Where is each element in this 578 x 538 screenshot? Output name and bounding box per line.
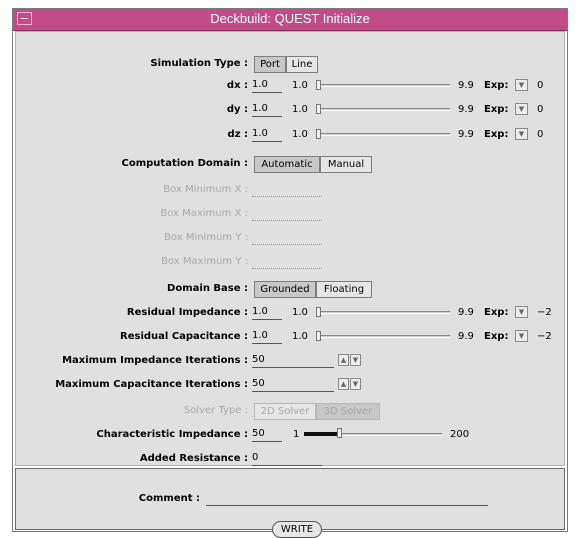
comment-footer: Comment : WRITE bbox=[15, 468, 565, 538]
title-bar[interactable]: Deckbuild: QUEST Initialize bbox=[13, 9, 567, 31]
box-max-y-field bbox=[252, 254, 322, 269]
window-title: Deckbuild: QUEST Initialize bbox=[210, 11, 370, 26]
residual-impedance-label: Residual Impedance : bbox=[126, 307, 248, 318]
max-capacitance-decrement-icon[interactable]: ▼ bbox=[350, 378, 361, 390]
port-option-button[interactable]: Port bbox=[254, 56, 286, 73]
residual-impedance-exp-label: Exp: bbox=[484, 307, 509, 318]
domain-base-label: Domain Base : bbox=[167, 283, 248, 294]
box-min-x-field bbox=[252, 182, 322, 197]
dx-exp-menu-icon[interactable]: ▼ bbox=[515, 79, 528, 91]
characteristic-impedance-slider-fill bbox=[304, 432, 338, 436]
dy-value-field[interactable]: 1.0 bbox=[252, 102, 282, 117]
residual-impedance-slider-track[interactable] bbox=[318, 311, 450, 314]
simulation-type-label: Simulation Type : bbox=[150, 58, 248, 69]
residual-capacitance-exp-label: Exp: bbox=[484, 331, 509, 342]
dz-exp-value: 0 bbox=[537, 129, 544, 140]
residual-capacitance-slider-thumb[interactable] bbox=[316, 331, 321, 341]
solver-type-label: Solver Type : bbox=[183, 405, 248, 416]
box-max-x-field bbox=[252, 206, 322, 221]
dz-slider-track[interactable] bbox=[318, 133, 450, 136]
dz-min: 1.0 bbox=[292, 129, 308, 140]
characteristic-impedance-min: 1 bbox=[293, 429, 300, 440]
2d-solver-option-button: 2D Solver bbox=[254, 403, 316, 420]
dz-exp-label: Exp: bbox=[484, 129, 509, 140]
residual-capacitance-exp-value: −2 bbox=[537, 331, 552, 342]
comment-field[interactable] bbox=[206, 491, 488, 506]
dy-exp-menu-icon[interactable]: ▼ bbox=[515, 103, 528, 115]
max-capacitance-iterations-label: Maximum Capacitance Iterations : bbox=[55, 379, 248, 390]
residual-capacitance-exp-menu-icon[interactable]: ▼ bbox=[515, 330, 528, 342]
dy-exp-label: Exp: bbox=[484, 104, 509, 115]
dx-slider-thumb[interactable] bbox=[316, 80, 321, 90]
dx-exp-label: Exp: bbox=[484, 80, 509, 91]
characteristic-impedance-field[interactable]: 50 bbox=[252, 427, 282, 442]
residual-impedance-exp-menu-icon[interactable]: ▼ bbox=[515, 306, 528, 318]
dy-slider-track[interactable] bbox=[318, 108, 450, 111]
line-option-button[interactable]: Line bbox=[286, 56, 318, 73]
characteristic-impedance-label: Characteristic Impedance : bbox=[96, 429, 248, 440]
dz-max: 9.9 bbox=[458, 129, 474, 140]
dz-value-field[interactable]: 1.0 bbox=[252, 127, 282, 142]
comment-label: Comment : bbox=[138, 493, 200, 504]
dy-min: 1.0 bbox=[292, 104, 308, 115]
box-min-x-label: Box Minimum X : bbox=[163, 184, 248, 195]
box-max-y-label: Box Maximum Y : bbox=[161, 256, 248, 267]
computation-domain-label: Computation Domain : bbox=[121, 158, 248, 169]
residual-impedance-min: 1.0 bbox=[292, 307, 308, 318]
box-min-y-label: Box Minimum Y : bbox=[164, 232, 248, 243]
added-resistance-label: Added Resistance : bbox=[139, 453, 248, 464]
grounded-option-button[interactable]: Grounded bbox=[254, 281, 316, 298]
dx-slider-track[interactable] bbox=[318, 84, 450, 87]
dy-slider-thumb[interactable] bbox=[316, 104, 321, 114]
dy-label: dy : bbox=[226, 104, 248, 115]
max-impedance-decrement-icon[interactable]: ▼ bbox=[350, 354, 361, 366]
residual-impedance-exp-value: −2 bbox=[537, 307, 552, 318]
max-capacitance-increment-icon[interactable]: ▲ bbox=[338, 378, 349, 390]
box-min-y-field bbox=[252, 230, 322, 245]
max-impedance-iterations-label: Maximum Impedance Iterations : bbox=[62, 355, 248, 366]
residual-impedance-max: 9.9 bbox=[458, 307, 474, 318]
dz-slider-thumb[interactable] bbox=[316, 129, 321, 139]
characteristic-impedance-max: 200 bbox=[450, 429, 470, 440]
dx-min: 1.0 bbox=[292, 80, 308, 91]
floating-option-button[interactable]: Floating bbox=[316, 281, 372, 298]
residual-capacitance-field[interactable]: 1.0 bbox=[252, 329, 282, 344]
dx-exp-value: 0 bbox=[537, 80, 544, 91]
quest-initialize-window: Deckbuild: QUEST Initialize Simulation T… bbox=[12, 8, 568, 538]
residual-capacitance-label: Residual Capacitance : bbox=[120, 331, 248, 342]
dy-max: 9.9 bbox=[458, 104, 474, 115]
box-max-x-label: Box Maximum X : bbox=[160, 208, 248, 219]
max-impedance-iterations-field[interactable]: 50 bbox=[252, 353, 334, 368]
residual-impedance-slider-thumb[interactable] bbox=[316, 307, 321, 317]
automatic-option-button[interactable]: Automatic bbox=[254, 156, 320, 173]
settings-panel: Simulation Type : Port Line dx : 1.0 1.0… bbox=[15, 31, 565, 466]
dz-label: dz : bbox=[227, 129, 248, 140]
residual-capacitance-max: 9.9 bbox=[458, 331, 474, 342]
dx-value-field[interactable]: 1.0 bbox=[252, 78, 282, 93]
write-button[interactable]: WRITE bbox=[272, 521, 322, 538]
manual-option-button[interactable]: Manual bbox=[320, 156, 372, 173]
dx-label: dx : bbox=[226, 80, 248, 91]
dy-exp-value: 0 bbox=[537, 104, 544, 115]
residual-capacitance-slider-track[interactable] bbox=[318, 335, 450, 338]
residual-impedance-field[interactable]: 1.0 bbox=[252, 305, 282, 320]
dz-exp-menu-icon[interactable]: ▼ bbox=[515, 128, 528, 140]
max-capacitance-iterations-field[interactable]: 50 bbox=[252, 377, 334, 392]
dx-max: 9.9 bbox=[458, 80, 474, 91]
3d-solver-option-button: 3D Solver bbox=[316, 403, 380, 420]
max-impedance-increment-icon[interactable]: ▲ bbox=[338, 354, 349, 366]
characteristic-impedance-slider-thumb[interactable] bbox=[337, 428, 343, 438]
added-resistance-field[interactable]: 0 bbox=[252, 451, 322, 466]
residual-capacitance-min: 1.0 bbox=[292, 331, 308, 342]
